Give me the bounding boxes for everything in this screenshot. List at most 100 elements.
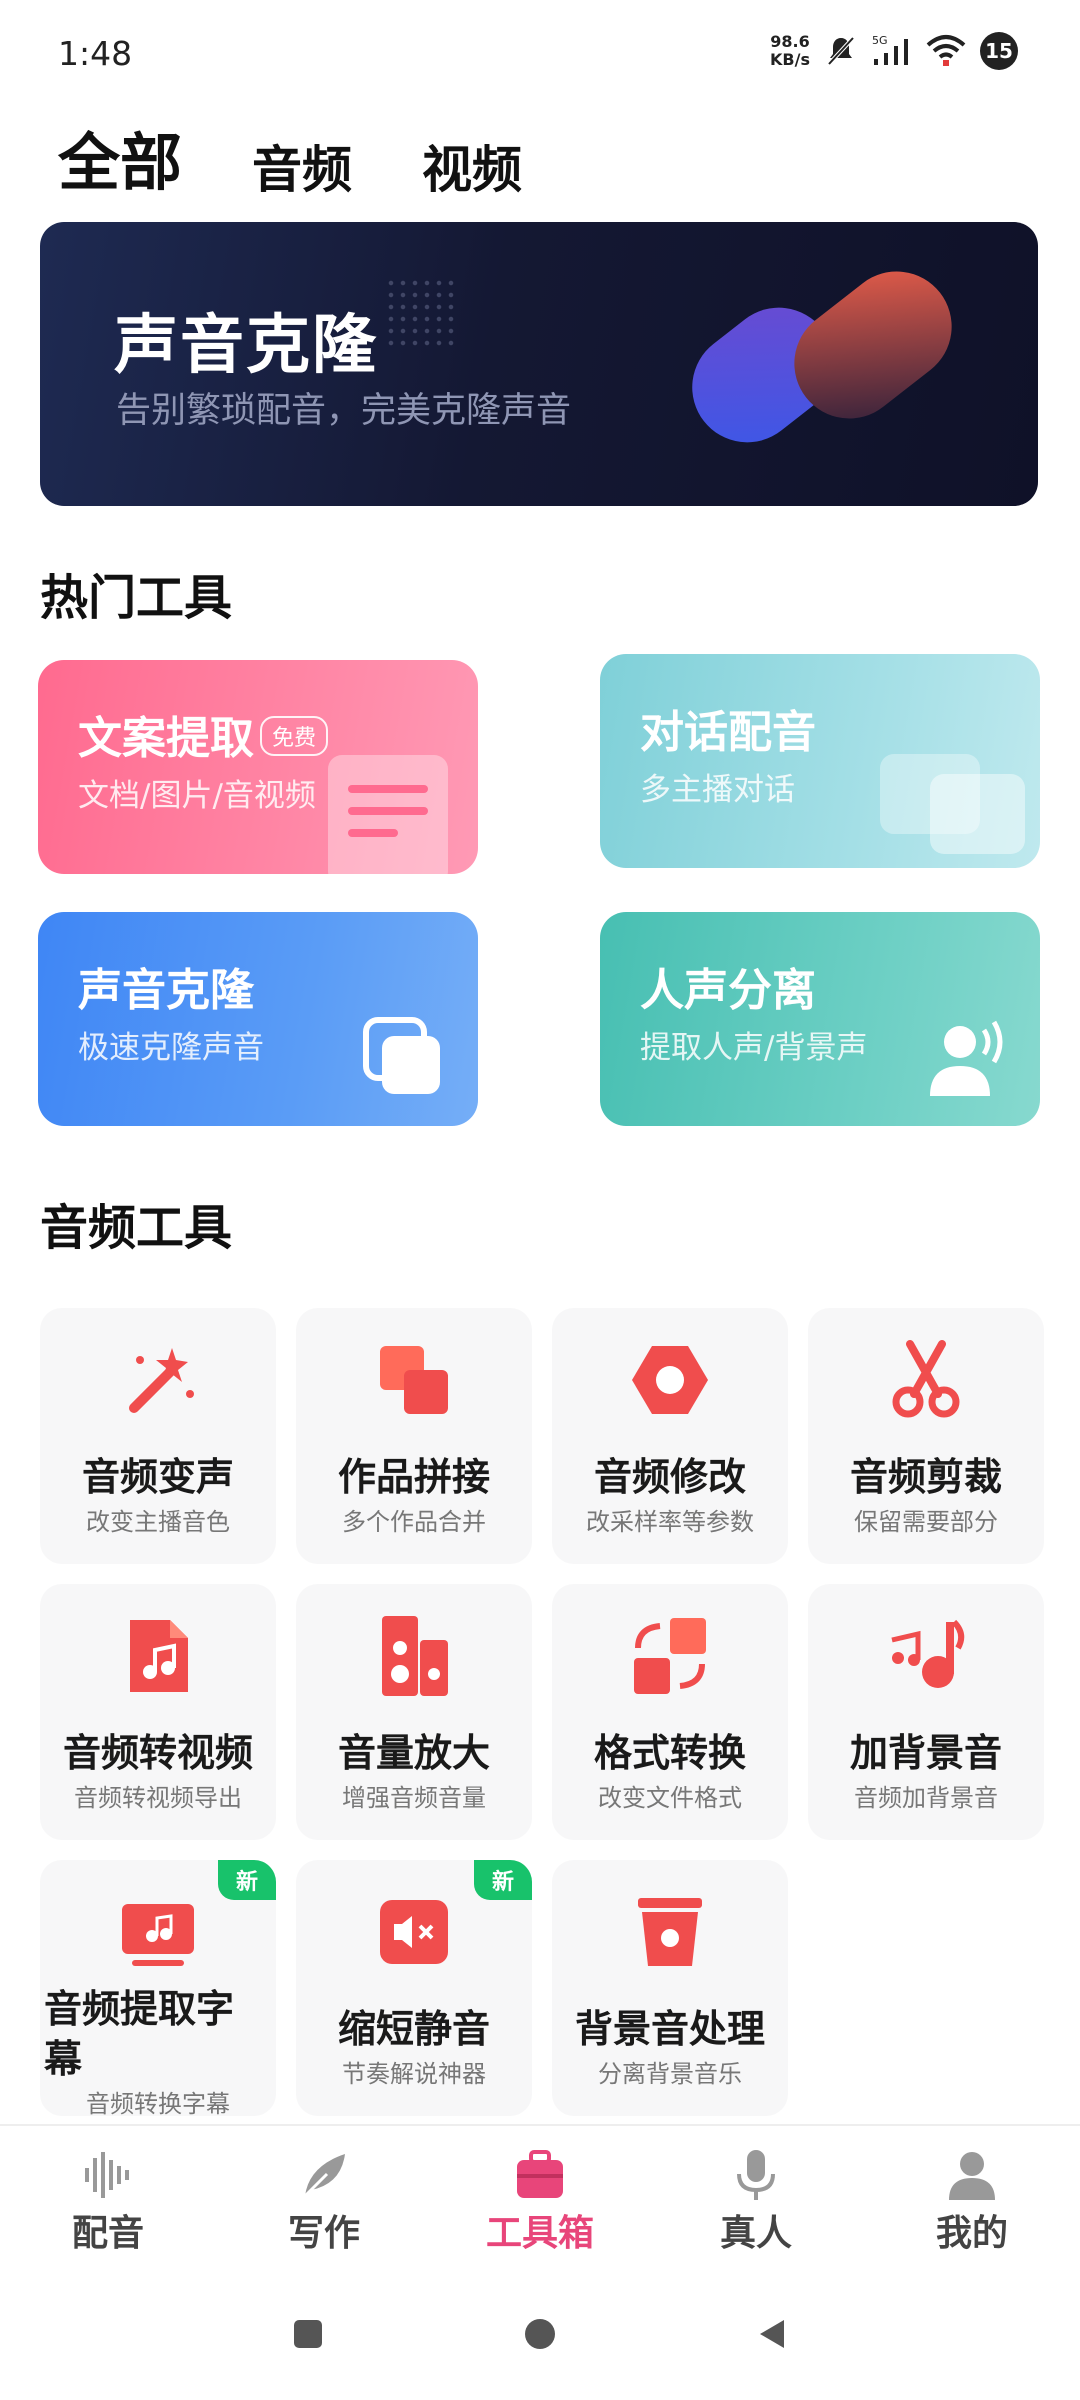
- tool-subtitle: 分离背景音乐: [598, 2060, 742, 2088]
- tool-title: 音量放大: [337, 1731, 490, 1775]
- tool-voice-changer[interactable]: 音频变声 改变主播音色: [40, 1308, 276, 1564]
- status-bar: 1:48 98.6 KB/s 5G 15: [0, 0, 1080, 110]
- feather-icon: [301, 2154, 345, 2200]
- tool-title: 格式转换: [593, 1731, 746, 1775]
- network-speed: 98.6 KB/s: [770, 32, 810, 69]
- bottom-nav: 配音 写作 工具箱 真人 我的: [0, 2124, 1080, 2264]
- person-icon: [949, 2152, 995, 2200]
- music-file-icon: [130, 1620, 188, 1692]
- tool-subtitle: 改采样率等参数: [586, 1508, 754, 1536]
- copy-icon: [363, 1017, 440, 1094]
- tool-audio-trim[interactable]: 音频剪裁 保留需要部分: [808, 1308, 1044, 1564]
- nav-label: 真人: [719, 2213, 792, 2254]
- tool-volume-boost[interactable]: 音量放大 增强音频音量: [296, 1584, 532, 1840]
- hot-card-title: 人声分离: [640, 965, 816, 1016]
- hot-card-subtitle: 极速克隆声音: [78, 1030, 264, 1066]
- tool-subtitle: 保留需要部分: [854, 1508, 998, 1536]
- tool-shorten-silence[interactable]: 新 缩短静音 节奏解说神器: [296, 1860, 532, 2116]
- tool-audio-to-video[interactable]: 音频转视频 音频转视频导出: [40, 1584, 276, 1840]
- tool-subtitle: 节奏解说神器: [342, 2060, 486, 2088]
- hot-card-vocal-separation[interactable]: 人声分离 提取人声/背景声: [600, 912, 1040, 1126]
- tool-bgm-processing[interactable]: 背景音处理 分离背景音乐: [552, 1860, 788, 2116]
- document-icon: [328, 755, 448, 874]
- tab-all[interactable]: 全部: [58, 112, 182, 230]
- status-time: 1:48: [58, 34, 133, 73]
- tool-work-merge[interactable]: 作品拼接 多个作品合并: [296, 1308, 532, 1564]
- banner-dots-decoration: [385, 277, 455, 347]
- link-shape-illustration: [692, 271, 952, 443]
- convert-icon: [634, 1618, 706, 1694]
- hot-tools-heading: 热门工具: [40, 570, 233, 626]
- tool-subtitle: 音频转换字幕: [86, 2090, 230, 2118]
- tool-title: 音频修改: [593, 1455, 746, 1499]
- bell-muted-icon: [827, 36, 855, 66]
- status-icons: 98.6 KB/s 5G 15: [770, 32, 1018, 70]
- hex-nut-icon: [632, 1346, 708, 1414]
- new-badge: 新: [474, 1860, 532, 1900]
- nav-dubbing[interactable]: 配音: [0, 2126, 216, 2264]
- hot-card-dialogue-dubbing[interactable]: 对话配音 多主播对话: [600, 654, 1040, 868]
- subtitle-icon: [122, 1904, 194, 1966]
- tool-audio-modify[interactable]: 音频修改 改采样率等参数: [552, 1308, 788, 1564]
- nav-label: 我的: [935, 2213, 1008, 2254]
- person-voice-icon: [930, 1020, 1003, 1096]
- hot-card-text-extract[interactable]: 文案提取 免费 文档/图片/音视频: [38, 660, 478, 874]
- nav-label: 写作: [287, 2213, 360, 2254]
- tool-subtitle: 改变文件格式: [598, 1784, 742, 1812]
- mute-icon: [380, 1900, 448, 1964]
- tool-title: 缩短静音: [337, 2007, 490, 2051]
- recents-button-icon[interactable]: [278, 2304, 338, 2364]
- tool-subtitle: 增强音频音量: [342, 1784, 486, 1812]
- banner-title: 声音克隆: [114, 309, 378, 383]
- cellular-signal-icon: 5G: [872, 34, 908, 65]
- tool-subtitle: 多个作品合并: [342, 1508, 486, 1536]
- bucket-icon: [638, 1898, 702, 1966]
- nav-label: 配音: [71, 2213, 144, 2254]
- nav-human-voice[interactable]: 真人: [648, 2126, 864, 2264]
- audio-tools-heading: 音频工具: [40, 1200, 233, 1256]
- tool-subtitle: 音频加背景音: [854, 1784, 998, 1812]
- svg-text:5G: 5G: [872, 34, 888, 47]
- battery-badge: 15: [980, 32, 1018, 70]
- tool-title: 音频变声: [81, 1455, 234, 1499]
- banner-subtitle: 告别繁琐配音，完美克隆声音: [116, 391, 572, 431]
- hot-card-voice-clone[interactable]: 声音克隆 极速克隆声音: [38, 912, 478, 1126]
- tab-video[interactable]: 视频: [422, 130, 522, 202]
- voice-clone-banner[interactable]: 声音克隆 告别繁琐配音，完美克隆声音: [40, 222, 1038, 506]
- merge-icon: [380, 1346, 448, 1414]
- back-button-icon[interactable]: [742, 2304, 802, 2364]
- wifi-icon: [926, 35, 966, 66]
- tool-title: 背景音处理: [574, 2007, 765, 2051]
- new-badge: 新: [218, 1860, 276, 1900]
- tool-subtitle: 音频转视频导出: [74, 1784, 242, 1812]
- tab-audio[interactable]: 音频: [252, 130, 352, 202]
- hot-card-subtitle: 文档/图片/音视频: [78, 778, 316, 814]
- tool-title: 音频剪裁: [849, 1455, 1002, 1499]
- tool-title: 音频转视频: [62, 1731, 253, 1775]
- microphone-icon: [737, 2150, 775, 2200]
- nav-mine[interactable]: 我的: [864, 2126, 1080, 2264]
- hot-card-title: 声音克隆: [78, 965, 254, 1016]
- speaker-icon: [382, 1616, 448, 1696]
- tool-title: 音频提取字幕: [44, 1987, 235, 2081]
- hot-card-subtitle: 多主播对话: [640, 772, 795, 808]
- top-tabs: 全部 音频 视频: [58, 112, 522, 230]
- tool-format-convert[interactable]: 格式转换 改变文件格式: [552, 1584, 788, 1840]
- hot-card-title: 对话配音: [640, 707, 816, 758]
- music-note-icon: [891, 1619, 965, 1688]
- waveform-icon: [85, 2152, 129, 2198]
- nav-toolbox[interactable]: 工具箱: [432, 2126, 648, 2264]
- toolbox-icon: [517, 2150, 563, 2198]
- hot-card-subtitle: 提取人声/背景声: [640, 1030, 868, 1066]
- nav-label: 工具箱: [485, 2213, 594, 2254]
- tool-title: 作品拼接: [337, 1455, 490, 1499]
- chat-bubbles-icon: [880, 754, 1025, 854]
- tool-extract-subtitles[interactable]: 新 音频提取字幕 音频转换字幕: [40, 1860, 276, 2118]
- tool-subtitle: 改变主播音色: [86, 1508, 230, 1536]
- home-button-icon[interactable]: [510, 2304, 570, 2364]
- magic-wand-icon: [129, 1348, 194, 1413]
- nav-writing[interactable]: 写作: [216, 2126, 432, 2264]
- hot-card-title: 文案提取: [78, 713, 254, 764]
- tool-add-bgm[interactable]: 加背景音 音频加背景音: [808, 1584, 1044, 1840]
- scissors-icon: [892, 1340, 960, 1418]
